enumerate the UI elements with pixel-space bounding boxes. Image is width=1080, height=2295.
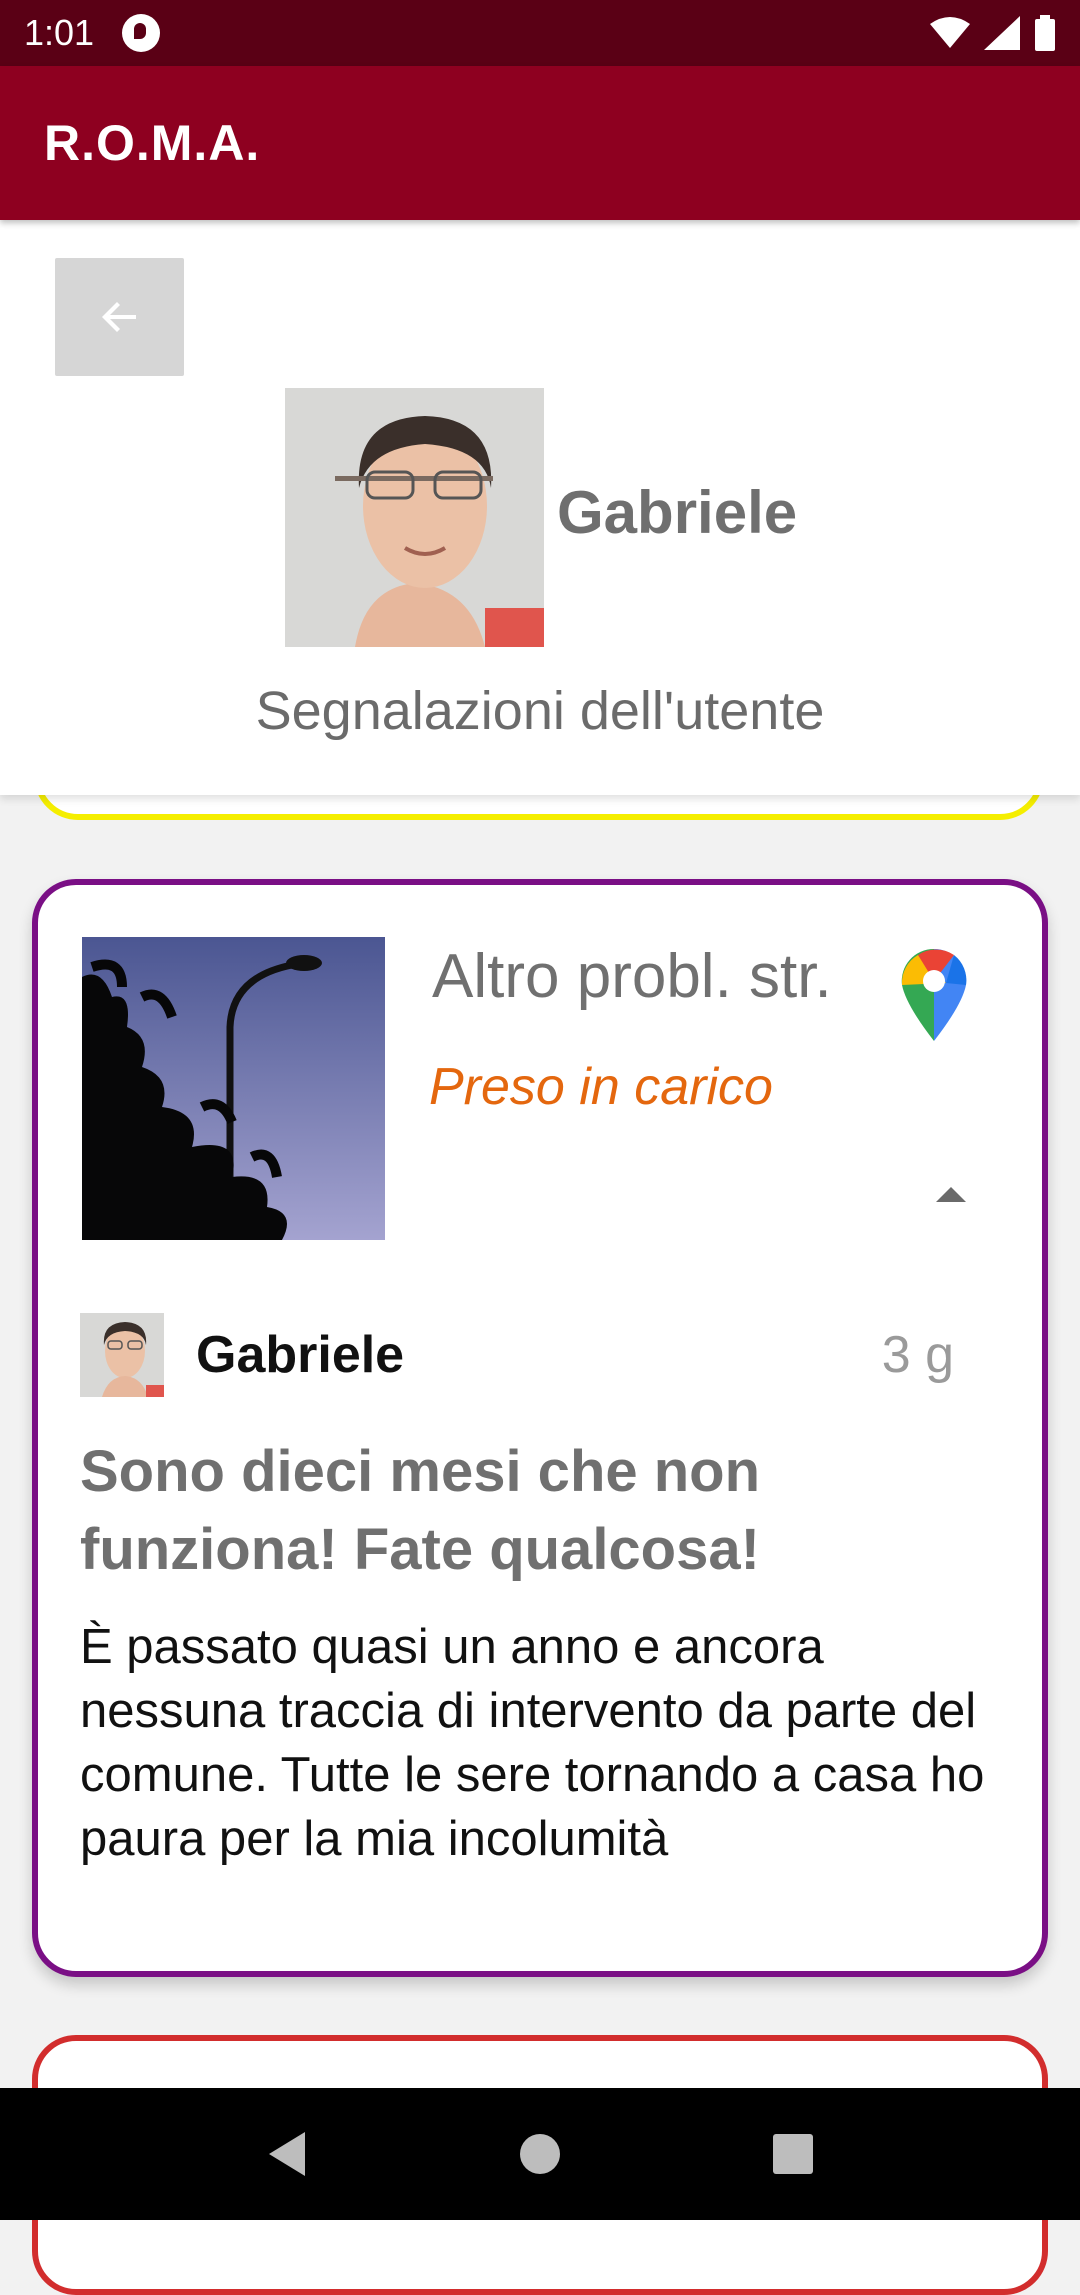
status-time: 1:01	[24, 12, 95, 53]
nav-recents-button[interactable]	[763, 2124, 823, 2184]
notification-icon	[122, 14, 161, 52]
status-bar: 1:01	[0, 0, 1080, 66]
post-body: È passato quasi un anno e ancora nessuna…	[80, 1620, 985, 1866]
back-button[interactable]	[55, 258, 184, 376]
circle-icon	[519, 2134, 560, 2174]
author-name: Gabriele	[196, 1326, 405, 1384]
report-card[interactable]: Altro probl. str. Preso in carico Gabrie…	[32, 879, 1048, 1977]
triangle-up-icon[interactable]	[936, 1187, 966, 1202]
arrow-left-icon	[101, 302, 136, 332]
square-icon	[773, 2134, 814, 2174]
author-avatar	[80, 1313, 164, 1397]
section-title: Segnalazioni dell'utente	[255, 681, 825, 741]
google-maps-pin-icon[interactable]	[898, 945, 970, 1041]
system-nav-bar	[0, 2088, 1080, 2220]
report-photo[interactable]	[82, 937, 385, 1240]
post-title: Sono dieci mesi che non funziona! Fate q…	[80, 1439, 761, 1582]
battery-icon	[1035, 15, 1055, 51]
post-age: 3 g	[881, 1326, 954, 1384]
wifi-icon	[930, 17, 970, 48]
report-status: Preso in carico	[429, 1058, 773, 1116]
status-icons	[930, 15, 1056, 51]
profile-name: Gabriele	[557, 479, 798, 546]
signal-icon	[984, 16, 1020, 50]
profile-avatar	[285, 388, 544, 647]
app-title: R.O.M.A.	[44, 115, 261, 171]
app-bar: R.O.M.A.	[0, 66, 1080, 220]
triangle-left-icon	[268, 2132, 305, 2176]
report-category: Altro probl. str.	[432, 942, 832, 1011]
nav-home-button[interactable]	[510, 2124, 570, 2184]
user-header: Gabriele Segnalazioni dell'utente	[0, 220, 1080, 795]
nav-back-button[interactable]	[257, 2124, 317, 2184]
